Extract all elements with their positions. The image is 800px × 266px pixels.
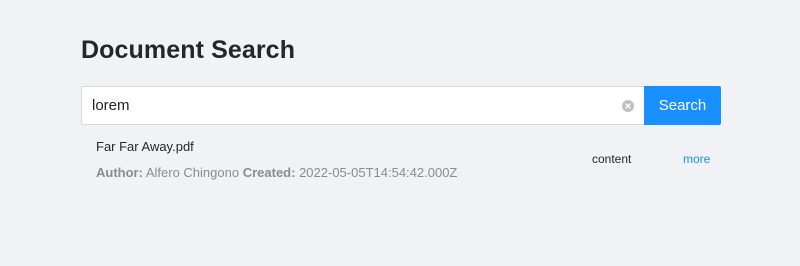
clear-icon[interactable] [622, 99, 634, 112]
result-item: Far Far Away.pdf Author: Alfero Chingono… [81, 131, 721, 193]
search-bar: Search [81, 86, 721, 125]
author-value: Alfero Chingono [145, 165, 240, 180]
more-link[interactable]: more [683, 152, 710, 166]
author-label: Author: [96, 165, 143, 180]
result-content-label: content [592, 152, 632, 166]
page-title: Document Search [81, 36, 296, 64]
search-input[interactable] [82, 87, 622, 124]
search-button[interactable]: Search [644, 86, 721, 125]
search-field[interactable] [81, 86, 644, 125]
page: Document Search Search Far Far Away.pdf … [0, 0, 800, 266]
created-label: Created: [242, 165, 296, 180]
created-value: 2022-05-05T14:54:42.000Z [299, 165, 458, 180]
result-meta: Author: Alfero Chingono Created: 2022-05… [96, 165, 457, 180]
search-results: Far Far Away.pdf Author: Alfero Chingono… [81, 131, 721, 193]
result-title[interactable]: Far Far Away.pdf [96, 139, 194, 154]
